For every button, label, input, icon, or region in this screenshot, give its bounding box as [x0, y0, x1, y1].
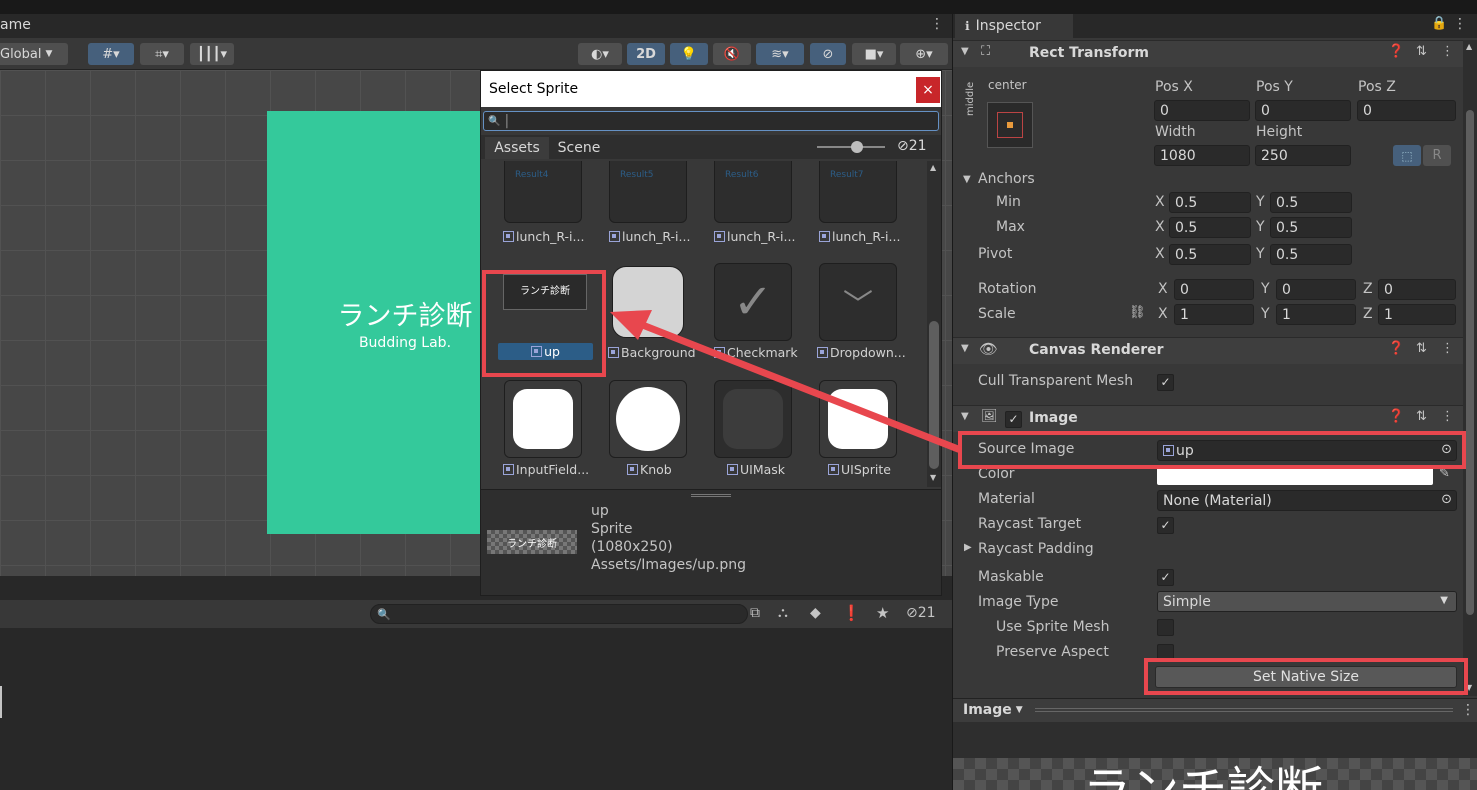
annotation-arrow [610, 310, 962, 453]
